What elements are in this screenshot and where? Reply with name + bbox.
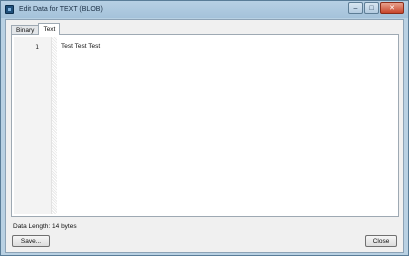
close-button[interactable]: Close bbox=[365, 235, 397, 247]
dialog-body: Binary Text 1 Test Test Test Data Length… bbox=[5, 19, 404, 253]
fold-margin bbox=[52, 37, 57, 214]
app-icon bbox=[5, 5, 14, 14]
title-bar[interactable]: Edit Data for TEXT (BLOB) – □ ✕ bbox=[1, 1, 408, 18]
line-number-gutter: 1 bbox=[14, 37, 52, 214]
line-number: 1 bbox=[35, 43, 39, 51]
text-editor[interactable]: 1 Test Test Test bbox=[14, 37, 396, 214]
data-length-label: Data Length: 14 bytes bbox=[13, 223, 77, 230]
maximize-button[interactable]: □ bbox=[364, 2, 379, 14]
window-title: Edit Data for TEXT (BLOB) bbox=[19, 6, 103, 13]
window-controls: – □ ✕ bbox=[348, 2, 404, 14]
save-button[interactable]: Save... bbox=[12, 235, 50, 247]
editor-line-text[interactable]: Test Test Test bbox=[61, 43, 100, 50]
tab-text[interactable]: Text bbox=[38, 23, 61, 35]
tab-panel-text: 1 Test Test Test bbox=[11, 34, 399, 217]
minimize-button[interactable]: – bbox=[348, 2, 363, 14]
edit-data-dialog: Edit Data for TEXT (BLOB) – □ ✕ Binary T… bbox=[0, 0, 409, 256]
window-close-button[interactable]: ✕ bbox=[380, 2, 404, 14]
